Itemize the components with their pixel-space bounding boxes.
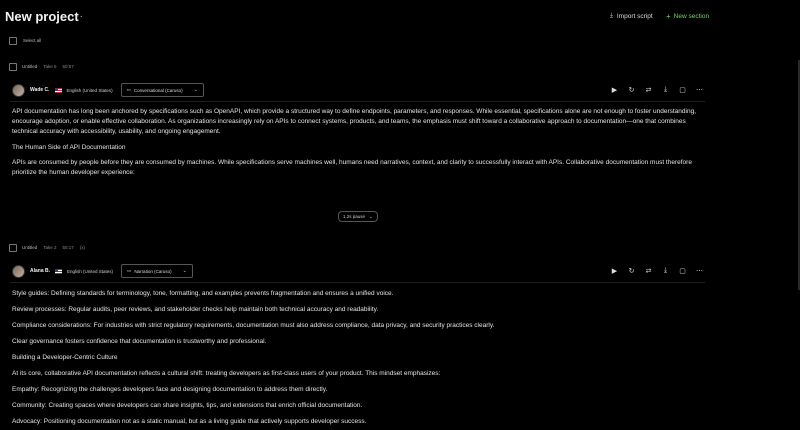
settings-icon[interactable]: ⇄ bbox=[644, 267, 653, 275]
import-script-button[interactable]: ⤓ Import script bbox=[610, 12, 653, 20]
download-icon[interactable]: ⤓ bbox=[661, 86, 670, 94]
block-2-title: Untitled bbox=[22, 245, 38, 250]
voice-label: Narration (Caruso) bbox=[134, 268, 172, 274]
settings-icon[interactable]: ⇄ bbox=[644, 86, 653, 94]
divider bbox=[10, 101, 705, 102]
block-1-time: 50:57 bbox=[62, 64, 74, 69]
top-bar: New project ··· ⤓ Import script + New se… bbox=[0, 0, 800, 34]
block-1-checkbox[interactable] bbox=[9, 63, 17, 71]
voice-label: Conversational (Caruso) bbox=[133, 87, 183, 93]
block-2-extra: (x) bbox=[79, 245, 86, 250]
block-2-paragraph-4[interactable]: Clear governance fosters confidence that… bbox=[12, 337, 702, 347]
language-label[interactable]: English (United States) bbox=[67, 88, 113, 93]
play-icon[interactable]: ▶ bbox=[610, 267, 619, 275]
block-2-paragraph-9[interactable]: Advocacy: Positioning documentation not … bbox=[12, 417, 702, 427]
regenerate-icon[interactable]: ↻ bbox=[627, 267, 636, 275]
block-2-paragraph-8[interactable]: Community: Creating spaces where develop… bbox=[12, 401, 702, 411]
block-1-paragraph-2[interactable]: APIs are consumed by people before they … bbox=[12, 158, 702, 178]
block-2-meta: Untitled Take 2 50:17 (x) bbox=[22, 245, 85, 250]
regenerate-icon[interactable]: ↻ bbox=[627, 86, 636, 94]
speaker-name[interactable]: Wade C. bbox=[30, 87, 50, 93]
download-icon[interactable]: ⤓ bbox=[661, 267, 670, 275]
select-all-checkbox[interactable] bbox=[9, 37, 17, 45]
comment-icon[interactable]: ▢ bbox=[678, 86, 687, 94]
chevron-down-icon: ⌄ bbox=[369, 213, 373, 219]
comment-icon[interactable]: ▢ bbox=[678, 267, 687, 275]
new-section-button[interactable]: + New section bbox=[666, 12, 709, 21]
block-1-controls: ▶ ↻ ⇄ ⤓ ▢ ⋯ bbox=[610, 86, 704, 94]
new-section-label: New section bbox=[673, 13, 710, 20]
chevron-down-icon: ⌄ bbox=[193, 87, 198, 93]
block-1-speaker-row: Wade C. English (United States) ▭ Conver… bbox=[12, 83, 204, 97]
block-2-checkbox[interactable] bbox=[9, 244, 17, 252]
more-icon[interactable]: ⋯ bbox=[695, 267, 704, 275]
play-icon[interactable]: ▶ bbox=[610, 86, 619, 94]
block-1-meta: Untitled Take 5 50:57 bbox=[22, 64, 74, 69]
block-2-paragraph-5[interactable]: Building a Developer-Centric Culture bbox=[12, 353, 702, 363]
import-label: Import script bbox=[616, 12, 653, 20]
block-2-take: Take 2 bbox=[43, 245, 57, 250]
block-2-paragraph-2[interactable]: Review processes: Regular audits, peer r… bbox=[12, 305, 702, 315]
block-2-paragraph-6[interactable]: At its core, collaborative API documenta… bbox=[12, 369, 702, 379]
voice-icon: ▭ bbox=[127, 268, 132, 273]
pause-label: 1.2s pause bbox=[343, 214, 366, 219]
import-icon: ⤓ bbox=[610, 12, 613, 19]
block-2-speaker-row: Alana B. English (United States) ▭ Narra… bbox=[12, 264, 193, 278]
divider bbox=[10, 282, 705, 283]
plus-icon: + bbox=[666, 12, 671, 21]
speaker-name[interactable]: Alana B. bbox=[30, 268, 50, 274]
voice-icon: ▭ bbox=[126, 87, 131, 92]
block-2-time: 50:17 bbox=[62, 245, 74, 250]
block-1-heading[interactable]: The Human Side of API Documentation bbox=[12, 143, 702, 153]
block-1-title: Untitled bbox=[22, 64, 38, 69]
voice-select[interactable]: ▭ Conversational (Caruso) ⌄ bbox=[120, 83, 204, 97]
block-1-paragraph-1[interactable]: API documentation has long been anchored… bbox=[12, 107, 702, 137]
avatar[interactable] bbox=[12, 264, 25, 278]
block-2-paragraph-7[interactable]: Empathy: Recognizing the challenges deve… bbox=[12, 385, 702, 395]
us-flag-icon bbox=[55, 268, 63, 274]
chevron-down-icon: ⌄ bbox=[182, 268, 187, 274]
block-2-paragraph-3[interactable]: Compliance considerations: For industrie… bbox=[12, 321, 702, 331]
us-flag-icon bbox=[54, 87, 62, 93]
avatar[interactable] bbox=[12, 83, 25, 97]
pause-pill[interactable]: 1.2s pause ⌄ bbox=[338, 211, 378, 222]
select-all-label: Select all bbox=[23, 38, 42, 43]
block-2-paragraph-1[interactable]: Style guides: Defining standards for ter… bbox=[12, 289, 702, 299]
more-icon[interactable]: ⋯ bbox=[695, 86, 704, 94]
page-title: New project bbox=[5, 9, 79, 24]
block-1-take: Take 5 bbox=[43, 64, 57, 69]
voice-select[interactable]: ▭ Narration (Caruso) ⌄ bbox=[121, 264, 193, 278]
block-2-controls: ▶ ↻ ⇄ ⤓ ▢ ⋯ bbox=[610, 267, 704, 275]
language-label[interactable]: English (United States) bbox=[67, 269, 113, 274]
project-menu-button[interactable]: ··· bbox=[71, 11, 84, 22]
